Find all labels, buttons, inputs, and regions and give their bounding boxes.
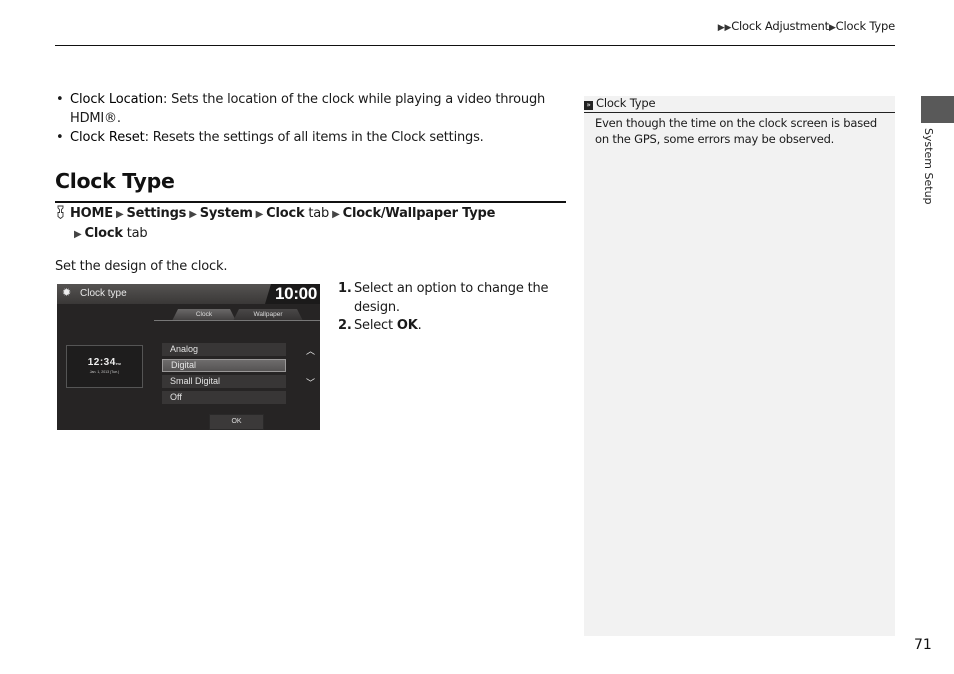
option-small-digital[interactable]: Small Digital (162, 375, 286, 388)
bullet-icon: • (56, 130, 64, 145)
bullet-term: Clock Location (70, 92, 164, 107)
note-divider (584, 112, 895, 113)
title-divider (55, 201, 566, 203)
screen-title: Clock type (80, 288, 127, 299)
breadcrumb-clock-adjustment[interactable]: Clock Adjustment (731, 19, 829, 33)
note-header: » Clock Type (584, 96, 895, 112)
note-body: Even though the time on the clock screen… (595, 116, 877, 146)
note-title: Clock Type (596, 96, 656, 110)
nav-home: HOME (70, 206, 113, 221)
option-digital[interactable]: Digital (162, 359, 286, 372)
bullet-text: : Resets the settings of all items in th… (144, 130, 484, 145)
double-arrow-icon: ▶▶ (717, 23, 732, 33)
chapter-tab-marker (921, 96, 954, 123)
section-title: Clock Type (55, 169, 175, 193)
header-divider (55, 45, 895, 46)
navigation-path: HOME ▶ Settings ▶ System ▶ Clock tab ▶ Clock/Wal… (55, 205, 565, 244)
clock-type-screen: ✹ Clock type 10:00 Clock Wallpaper 12:34… (57, 284, 320, 430)
arrow-icon: ▶ (828, 23, 836, 33)
step-2: 2. Select OK. (338, 317, 563, 336)
bullet-icon: • (56, 92, 64, 107)
nav-tab-word: tab (304, 206, 330, 221)
chapter-label: System Setup (922, 128, 935, 205)
settings-gear-icon: ✹ (62, 287, 72, 299)
arrow-icon: ▶ (255, 209, 264, 220)
nav-clock: Clock (266, 206, 305, 221)
step-number: 2. (338, 318, 352, 333)
clock-preview: 12:34PM Jan. 1, 2013 (Tue.) (66, 345, 143, 388)
step-1: 1. Select an option to change the design… (338, 280, 563, 317)
step-text: Select (354, 318, 397, 333)
page-number: 71 (914, 637, 932, 653)
breadcrumb-clock-type[interactable]: Clock Type (836, 19, 896, 33)
step-ok-term: OK (396, 318, 418, 333)
instruction-steps: 1. Select an option to change the design… (338, 280, 563, 336)
preview-ampm: PM (115, 362, 122, 366)
scroll-down-icon[interactable]: ﹀ (306, 376, 315, 389)
scroll-up-icon[interactable]: ︿ (306, 344, 315, 357)
nav-settings: Settings (126, 206, 187, 221)
bullet-clock-location: • Clock Location: Sets the location of t… (55, 91, 555, 128)
nav-tab-word: tab (122, 225, 148, 241)
reference-icon: » (584, 101, 593, 110)
option-analog[interactable]: Analog (162, 343, 286, 356)
step-text: Select an option to change the design. (354, 281, 549, 315)
preview-time-value: 12:34 (87, 357, 116, 368)
section-description: Set the design of the clock. (55, 259, 228, 274)
arrow-icon: ▶ (189, 209, 197, 220)
side-note-panel: » Clock Type Even though the time on the … (584, 96, 895, 636)
settings-bullet-list: • Clock Location: Sets the location of t… (55, 91, 555, 149)
preview-date: Jan. 1, 2013 (Tue.) (89, 370, 120, 374)
voice-command-icon (57, 205, 64, 219)
option-off[interactable]: Off (162, 391, 286, 404)
arrow-icon: ▶ (115, 209, 124, 220)
screen-clock-time: 10:00 (275, 284, 317, 303)
ok-button[interactable]: OK (209, 414, 264, 430)
nav-system: System (199, 206, 253, 221)
preview-time: 12:34PM (67, 357, 142, 368)
nav-clock-tab: Clock (84, 225, 123, 241)
bullet-term: Clock Reset (70, 130, 145, 145)
arrow-icon: ▶ (74, 228, 82, 240)
step-text-end: . (417, 318, 422, 333)
nav-clock-wallpaper-type: Clock/Wallpaper Type (342, 206, 496, 221)
header-breadcrumb: ▶▶Clock Adjustment▶Clock Type (718, 19, 895, 33)
step-number: 1. (338, 281, 352, 296)
bullet-clock-reset: • Clock Reset: Resets the settings of al… (55, 129, 555, 148)
arrow-icon: ▶ (332, 209, 340, 220)
tab-underline (154, 320, 320, 321)
